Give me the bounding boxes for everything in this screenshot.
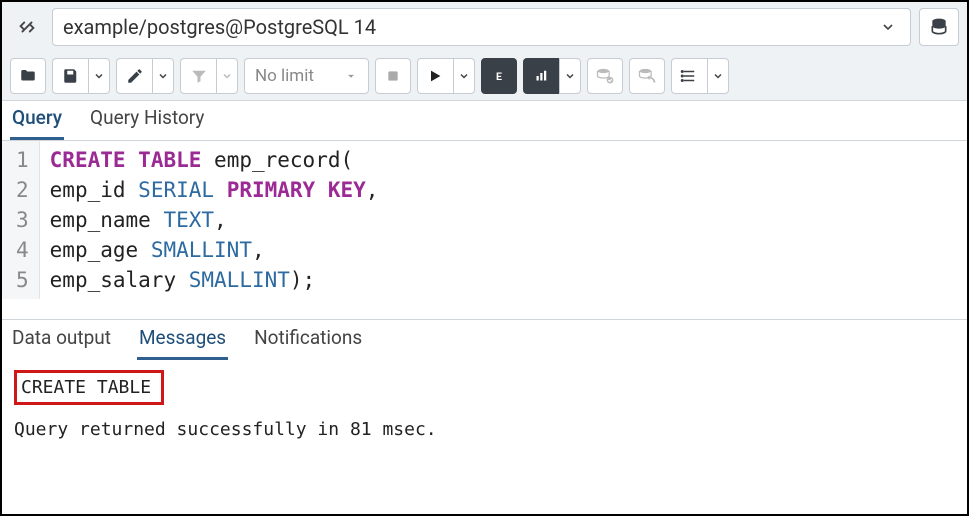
open-file-button[interactable] <box>10 58 46 94</box>
analyze-dropdown[interactable] <box>559 58 581 94</box>
editor-tabs: Query Query History <box>2 101 967 141</box>
run-dropdown[interactable] <box>453 58 475 94</box>
macros-button[interactable] <box>671 58 707 94</box>
result-banner: CREATE TABLE <box>14 370 164 405</box>
stop-button[interactable] <box>375 58 411 94</box>
sql-editor[interactable]: 1 2 3 4 5 CREATE TABLE emp_record(emp_id… <box>2 141 967 320</box>
macros-dropdown[interactable] <box>707 58 729 94</box>
database-button[interactable] <box>919 8 959 46</box>
tab-data-output[interactable]: Data output <box>10 318 113 360</box>
limit-label: No limit <box>255 66 314 86</box>
chevron-down-icon <box>880 19 896 35</box>
connection-label: example/postgres@PostgreSQL 14 <box>63 15 880 39</box>
result-tabs: Data output Messages Notifications <box>2 320 967 360</box>
code-area[interactable]: CREATE TABLE emp_record(emp_id SERIAL PR… <box>40 141 389 299</box>
messages-panel: CREATE TABLE Query returned successfully… <box>2 360 967 450</box>
analyze-button[interactable] <box>523 58 559 94</box>
edit-dropdown[interactable] <box>152 58 174 94</box>
save-dropdown[interactable] <box>88 58 110 94</box>
tab-query-history[interactable]: Query History <box>88 98 206 140</box>
connect-icon[interactable] <box>10 10 44 44</box>
filter-button[interactable] <box>180 58 216 94</box>
status-text: Query returned successfully in 81 msec. <box>14 419 955 440</box>
run-button[interactable] <box>417 58 453 94</box>
tab-query[interactable]: Query <box>10 98 64 140</box>
filter-dropdown[interactable] <box>216 58 238 94</box>
explain-button[interactable]: E <box>481 58 517 94</box>
save-button[interactable] <box>52 58 88 94</box>
edit-button[interactable] <box>116 58 152 94</box>
rollback-button[interactable] <box>629 58 665 94</box>
toolbar: No limit E <box>2 52 967 101</box>
tab-messages[interactable]: Messages <box>137 318 228 360</box>
connection-selector[interactable]: example/postgres@PostgreSQL 14 <box>52 8 911 46</box>
tab-notifications[interactable]: Notifications <box>252 318 364 360</box>
line-gutter: 1 2 3 4 5 <box>2 141 40 299</box>
commit-button[interactable] <box>587 58 623 94</box>
limit-selector[interactable]: No limit <box>244 58 369 94</box>
svg-text:E: E <box>496 70 502 83</box>
